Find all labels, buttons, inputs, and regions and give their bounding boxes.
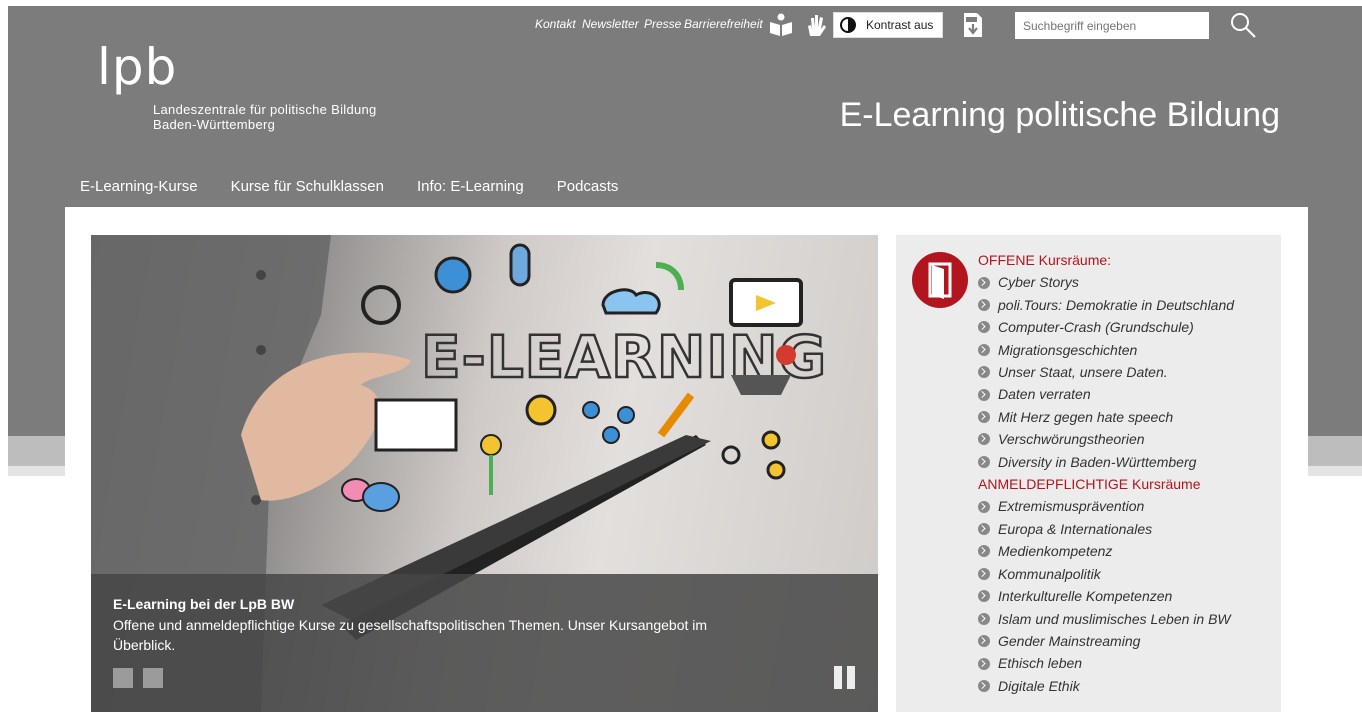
list-item[interactable]: Digitale Ethik <box>978 675 1234 697</box>
arrow-circle-icon <box>978 523 990 536</box>
arrow-circle-icon <box>978 276 990 289</box>
press-link[interactable]: Presse <box>644 17 681 31</box>
arrow-circle-icon <box>978 366 990 379</box>
lpb-logo[interactable]: lpb Landeszentrale für politische Bildun… <box>97 38 376 132</box>
arrow-circle-icon <box>978 567 990 580</box>
contact-link[interactable]: Kontakt <box>535 17 576 31</box>
site-title: E-Learning politische Bildung <box>839 96 1280 134</box>
contrast-toggle-button[interactable]: Kontrast aus <box>833 12 943 38</box>
course-label: Mit Herz gegen hate speech <box>998 408 1174 425</box>
list-item[interactable]: Kommunalpolitik <box>978 563 1234 585</box>
search-icon[interactable] <box>1228 10 1258 40</box>
accessibility-link[interactable]: Barrierefreiheit <box>684 17 763 31</box>
slide-caption-title: E-Learning bei der LpB BW <box>113 596 295 612</box>
list-item[interactable]: Europa & Internationales <box>978 518 1234 540</box>
nav-item-courses[interactable]: E-Learning-Kurse <box>80 178 198 195</box>
course-label: Extremismusprävention <box>998 498 1145 515</box>
list-item[interactable]: Diversity in Baden-Württemberg <box>978 451 1234 473</box>
arrow-circle-icon <box>978 321 990 334</box>
list-item[interactable]: Verschwörungstheorien <box>978 428 1234 450</box>
list-item[interactable]: Extremismusprävention <box>978 495 1234 517</box>
pdf-download-icon[interactable] <box>960 12 986 38</box>
course-label: Verschwörungstheorien <box>998 431 1145 448</box>
slide-dot-1[interactable] <box>113 668 133 688</box>
list-item[interactable]: Mit Herz gegen hate speech <box>978 406 1234 428</box>
main-nav: E-Learning-Kurse Kurse für Schulklassen … <box>80 178 651 195</box>
pause-button[interactable] <box>834 666 856 689</box>
list-item[interactable]: Gender Mainstreaming <box>978 630 1234 652</box>
list-item[interactable]: Interkulturelle Kompetenzen <box>978 585 1234 607</box>
door-icon <box>912 252 968 308</box>
arrow-circle-icon <box>978 590 990 603</box>
arrow-circle-icon <box>978 679 990 692</box>
course-label: Daten verraten <box>998 386 1091 403</box>
pause-icon <box>834 666 842 689</box>
list-item[interactable]: Medienkompetenz <box>978 540 1234 562</box>
arrow-circle-icon <box>978 635 990 648</box>
course-label: Computer-Crash (Grundschule) <box>998 319 1194 336</box>
logo-subtitle: Landeszentrale für politische Bildung Ba… <box>153 102 377 132</box>
course-label: Digitale Ethik <box>998 677 1080 694</box>
arrow-circle-icon <box>978 500 990 513</box>
search-input[interactable] <box>1015 12 1209 39</box>
course-label: Interkulturelle Kompetenzen <box>998 588 1173 605</box>
logo-line-1: Landeszentrale für politische Bildung <box>153 102 377 117</box>
arrow-circle-icon <box>978 612 990 625</box>
logo-line-2: Baden-Württemberg <box>153 117 276 132</box>
slide-dot-2[interactable] <box>143 668 163 688</box>
nav-item-podcasts[interactable]: Podcasts <box>557 178 619 195</box>
sign-language-icon[interactable] <box>802 12 828 38</box>
course-label: Medienkompetenz <box>998 543 1113 560</box>
list-item[interactable]: Computer-Crash (Grundschule) <box>978 316 1234 338</box>
course-label: Ethisch leben <box>998 655 1083 672</box>
list-item[interactable]: Cyber Storys <box>978 271 1234 293</box>
easy-language-icon[interactable] <box>768 12 794 38</box>
list-item[interactable]: Daten verraten <box>978 383 1234 405</box>
arrow-circle-icon <box>978 545 990 558</box>
newsletter-link[interactable]: Newsletter <box>582 17 639 31</box>
list-item[interactable]: poli.Tours: Demokratie in Deutschland <box>978 294 1234 316</box>
list-item[interactable]: Ethisch leben <box>978 652 1234 674</box>
arrow-circle-icon <box>978 433 990 446</box>
arrow-circle-icon <box>978 455 990 468</box>
contrast-icon <box>840 17 856 33</box>
contrast-label: Kontrast aus <box>866 18 934 32</box>
course-label: Cyber Storys <box>998 274 1079 291</box>
nav-item-info[interactable]: Info: E-Learning <box>417 178 524 195</box>
course-label: Kommunalpolitik <box>998 565 1101 582</box>
hero-slider[interactable]: E-LEARNING E-Learning bei der LpB BW Off… <box>91 235 878 712</box>
list-item[interactable]: Islam und muslimisches Leben in BW <box>978 608 1234 630</box>
course-room-list: OFFENE Kursräume: Cyber Storys poli.Tour… <box>978 249 1234 697</box>
course-label: Europa & Internationales <box>998 520 1153 537</box>
registration-rooms-heading: ANMELDEPFLICHTIGE Kursräume <box>978 476 1201 493</box>
logo-mark: lpb <box>97 38 178 96</box>
list-item[interactable]: Migrationsgeschichten <box>978 339 1234 361</box>
open-rooms-heading: OFFENE Kursräume: <box>978 252 1112 268</box>
arrow-circle-icon <box>978 388 990 401</box>
course-label: Unser Staat, unsere Daten. <box>998 364 1168 381</box>
arrow-circle-icon <box>978 657 990 670</box>
arrow-circle-icon <box>978 299 990 312</box>
arrow-circle-icon <box>978 411 990 424</box>
course-label: poli.Tours: Demokratie in Deutschland <box>998 296 1235 313</box>
slide-caption[interactable]: E-Learning bei der LpB BW Offene und anm… <box>91 574 878 712</box>
course-label: Islam und muslimisches Leben in BW <box>998 610 1231 627</box>
course-label: Migrationsgeschichten <box>998 341 1138 358</box>
course-rooms-panel: OFFENE Kursräume: Cyber Storys poli.Tour… <box>896 235 1281 712</box>
course-label: Gender Mainstreaming <box>998 632 1141 649</box>
nav-item-school-classes[interactable]: Kurse für Schulklassen <box>231 178 384 195</box>
arrow-circle-icon <box>978 343 990 356</box>
slide-caption-text: Offene und anmeldepflichtige Kurse zu ge… <box>113 617 708 653</box>
course-label: Diversity in Baden-Württemberg <box>998 453 1197 470</box>
list-item[interactable]: Unser Staat, unsere Daten. <box>978 361 1234 383</box>
